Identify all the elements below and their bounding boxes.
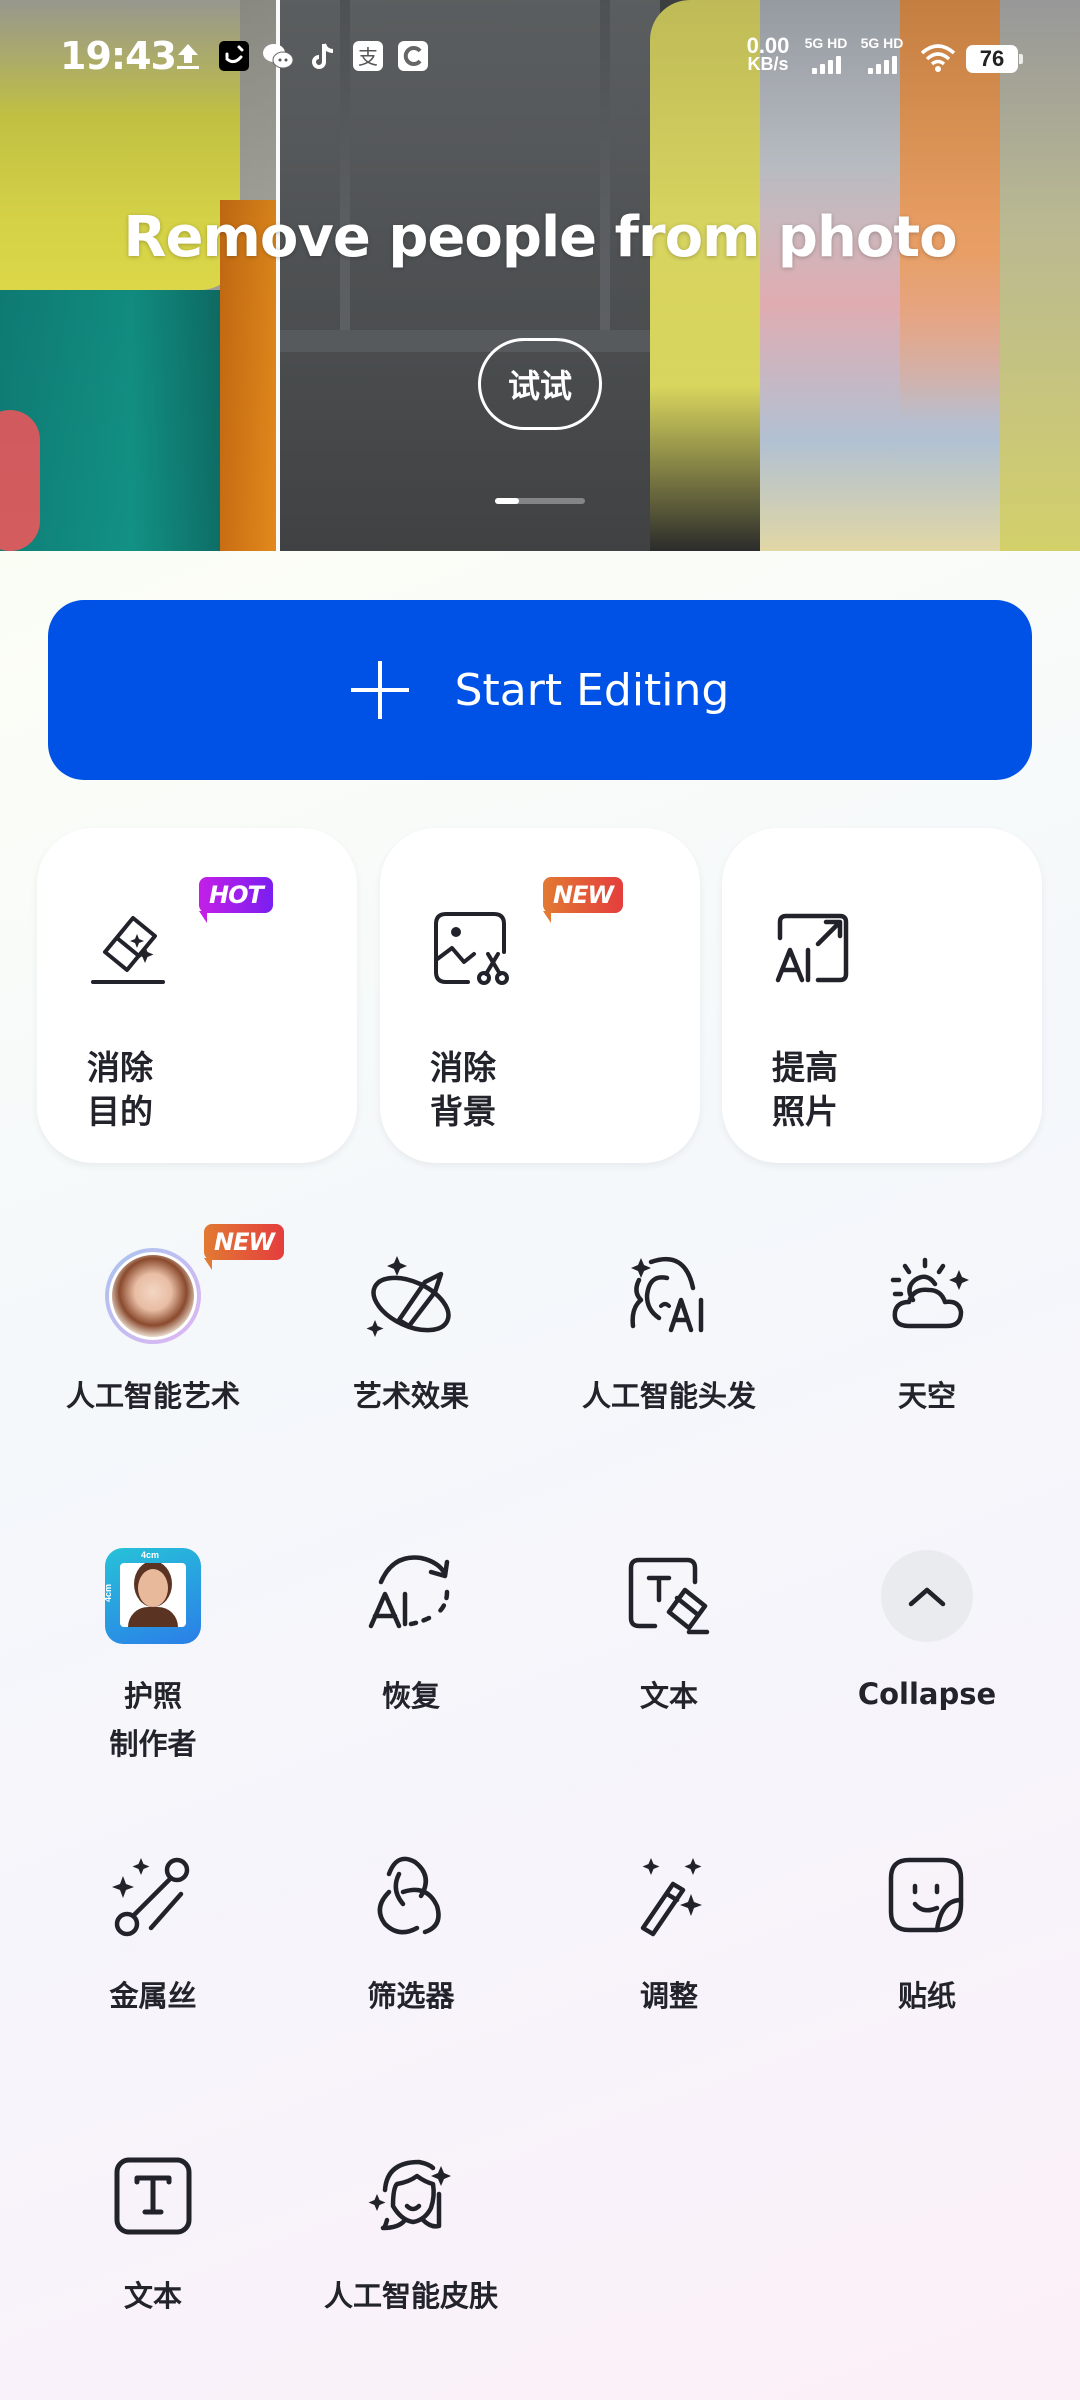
tool-label: Collapse <box>857 1677 997 1711</box>
chevron-up-icon[interactable] <box>881 1550 973 1642</box>
tool-filters[interactable]: 筛选器 <box>282 1848 540 2020</box>
status-bar: 19:43 支 0.00 KB/s 5G HD 5G HD 76 <box>0 0 1080 110</box>
filter-rings-icon <box>377 1856 441 1935</box>
tool-ai-art[interactable]: NEW 人工智能艺术 <box>24 1224 284 1420</box>
start-editing-label: Start Editing <box>454 664 730 716</box>
smile-app-icon <box>218 40 250 72</box>
eraser-sparkle-icon <box>91 916 165 984</box>
wire-sparkle-icon <box>112 1857 190 1937</box>
carousel-indicator-active <box>495 498 519 504</box>
tool-art-effects[interactable]: 艺术效果 <box>282 1248 540 1420</box>
feature-card-label: 提高 照片 <box>772 1048 838 1131</box>
battery-indicator: 76 <box>966 45 1023 73</box>
text-eraser-icon <box>628 1557 710 1635</box>
tool-sky[interactable]: 天空 <box>798 1248 1056 1420</box>
carousel-indicator <box>495 498 585 504</box>
tool-label: 人工智能皮肤 <box>323 2279 498 2313</box>
tool-label: 人工智能头发 <box>581 1379 756 1413</box>
tool-label: 人工智能艺术 <box>65 1379 240 1413</box>
sticker-icon <box>888 1857 964 1933</box>
tool-label: 天空 <box>897 1379 956 1413</box>
tool-passport-maker[interactable]: 4cm 4cm 护照 制作者 <box>24 1548 282 1768</box>
tool-label: 护照 制作者 <box>109 1679 197 1761</box>
tool-ai-skin[interactable]: 人工智能皮肤 <box>282 2148 540 2320</box>
tiktok-icon <box>307 40 339 72</box>
tool-label: 金属丝 <box>109 1979 197 2013</box>
plus-icon <box>350 661 409 719</box>
start-editing-button[interactable]: Start Editing <box>48 600 1032 780</box>
tool-label: 贴纸 <box>897 1979 956 2013</box>
magic-wand-icon <box>640 1858 702 1937</box>
tool-text-remove[interactable]: 文本 <box>540 1548 798 1720</box>
ai-hair-icon <box>630 1256 704 1333</box>
ai-art-avatar <box>105 1248 201 1344</box>
tool-adjust[interactable]: 调整 <box>540 1848 798 2020</box>
wechat-icon <box>262 40 294 72</box>
ai-upscale-icon <box>775 913 849 983</box>
feature-card-label: 消除 目的 <box>87 1048 153 1131</box>
tool-label: 文本 <box>639 1679 698 1713</box>
sun-cloud-icon <box>890 1257 969 1329</box>
feature-card-remove-object[interactable]: HOT 消除 目的 <box>37 828 357 1163</box>
tool-stickers[interactable]: 贴纸 <box>798 1848 1056 2020</box>
signal-sim2: 5G HD <box>856 36 908 76</box>
svg-text:支: 支 <box>358 45 378 69</box>
tool-ai-hair[interactable]: 人工智能头发 <box>540 1248 798 1420</box>
ai-restore-icon <box>368 1555 450 1629</box>
feature-card-label: 消除 背景 <box>430 1048 496 1131</box>
tool-label: 调整 <box>639 1979 698 2013</box>
tool-wire[interactable]: 金属丝 <box>24 1848 282 2020</box>
hero-title: Remove people from photo <box>123 205 957 270</box>
text-box-icon <box>114 2157 192 2235</box>
brush-orbit-icon <box>366 1256 451 1337</box>
try-button[interactable]: 试试 <box>478 338 602 430</box>
new-badge: NEW <box>204 1224 284 1270</box>
signal-sim1: 5G HD <box>800 36 852 76</box>
status-time: 19:43 <box>60 34 177 78</box>
upload-icon <box>172 40 204 72</box>
feature-card-remove-background[interactable]: NEW 消除 背景 <box>380 828 700 1163</box>
tool-text[interactable]: 文本 <box>24 2148 282 2320</box>
alipay-icon: 支 <box>352 40 384 72</box>
feature-card-enhance-photo[interactable]: 提高 照片 <box>722 828 1042 1163</box>
network-speed: 0.00 KB/s <box>746 33 790 74</box>
collapse-button[interactable]: Collapse <box>798 1548 1056 1718</box>
tool-label: 文本 <box>123 2279 182 2313</box>
new-badge: NEW <box>543 877 623 923</box>
tool-label: 筛选器 <box>367 1979 455 2013</box>
passport-photo-icon: 4cm 4cm <box>103 1548 201 1644</box>
ai-skin-icon <box>368 2159 451 2231</box>
hot-badge: HOT <box>199 877 273 923</box>
tool-label: 恢复 <box>381 1679 440 1713</box>
image-scissors-icon <box>434 912 509 985</box>
tool-label: 艺术效果 <box>352 1379 469 1413</box>
wifi-icon <box>918 42 958 74</box>
tool-restore[interactable]: 恢复 <box>282 1548 540 1720</box>
bank-app-icon <box>397 40 429 72</box>
